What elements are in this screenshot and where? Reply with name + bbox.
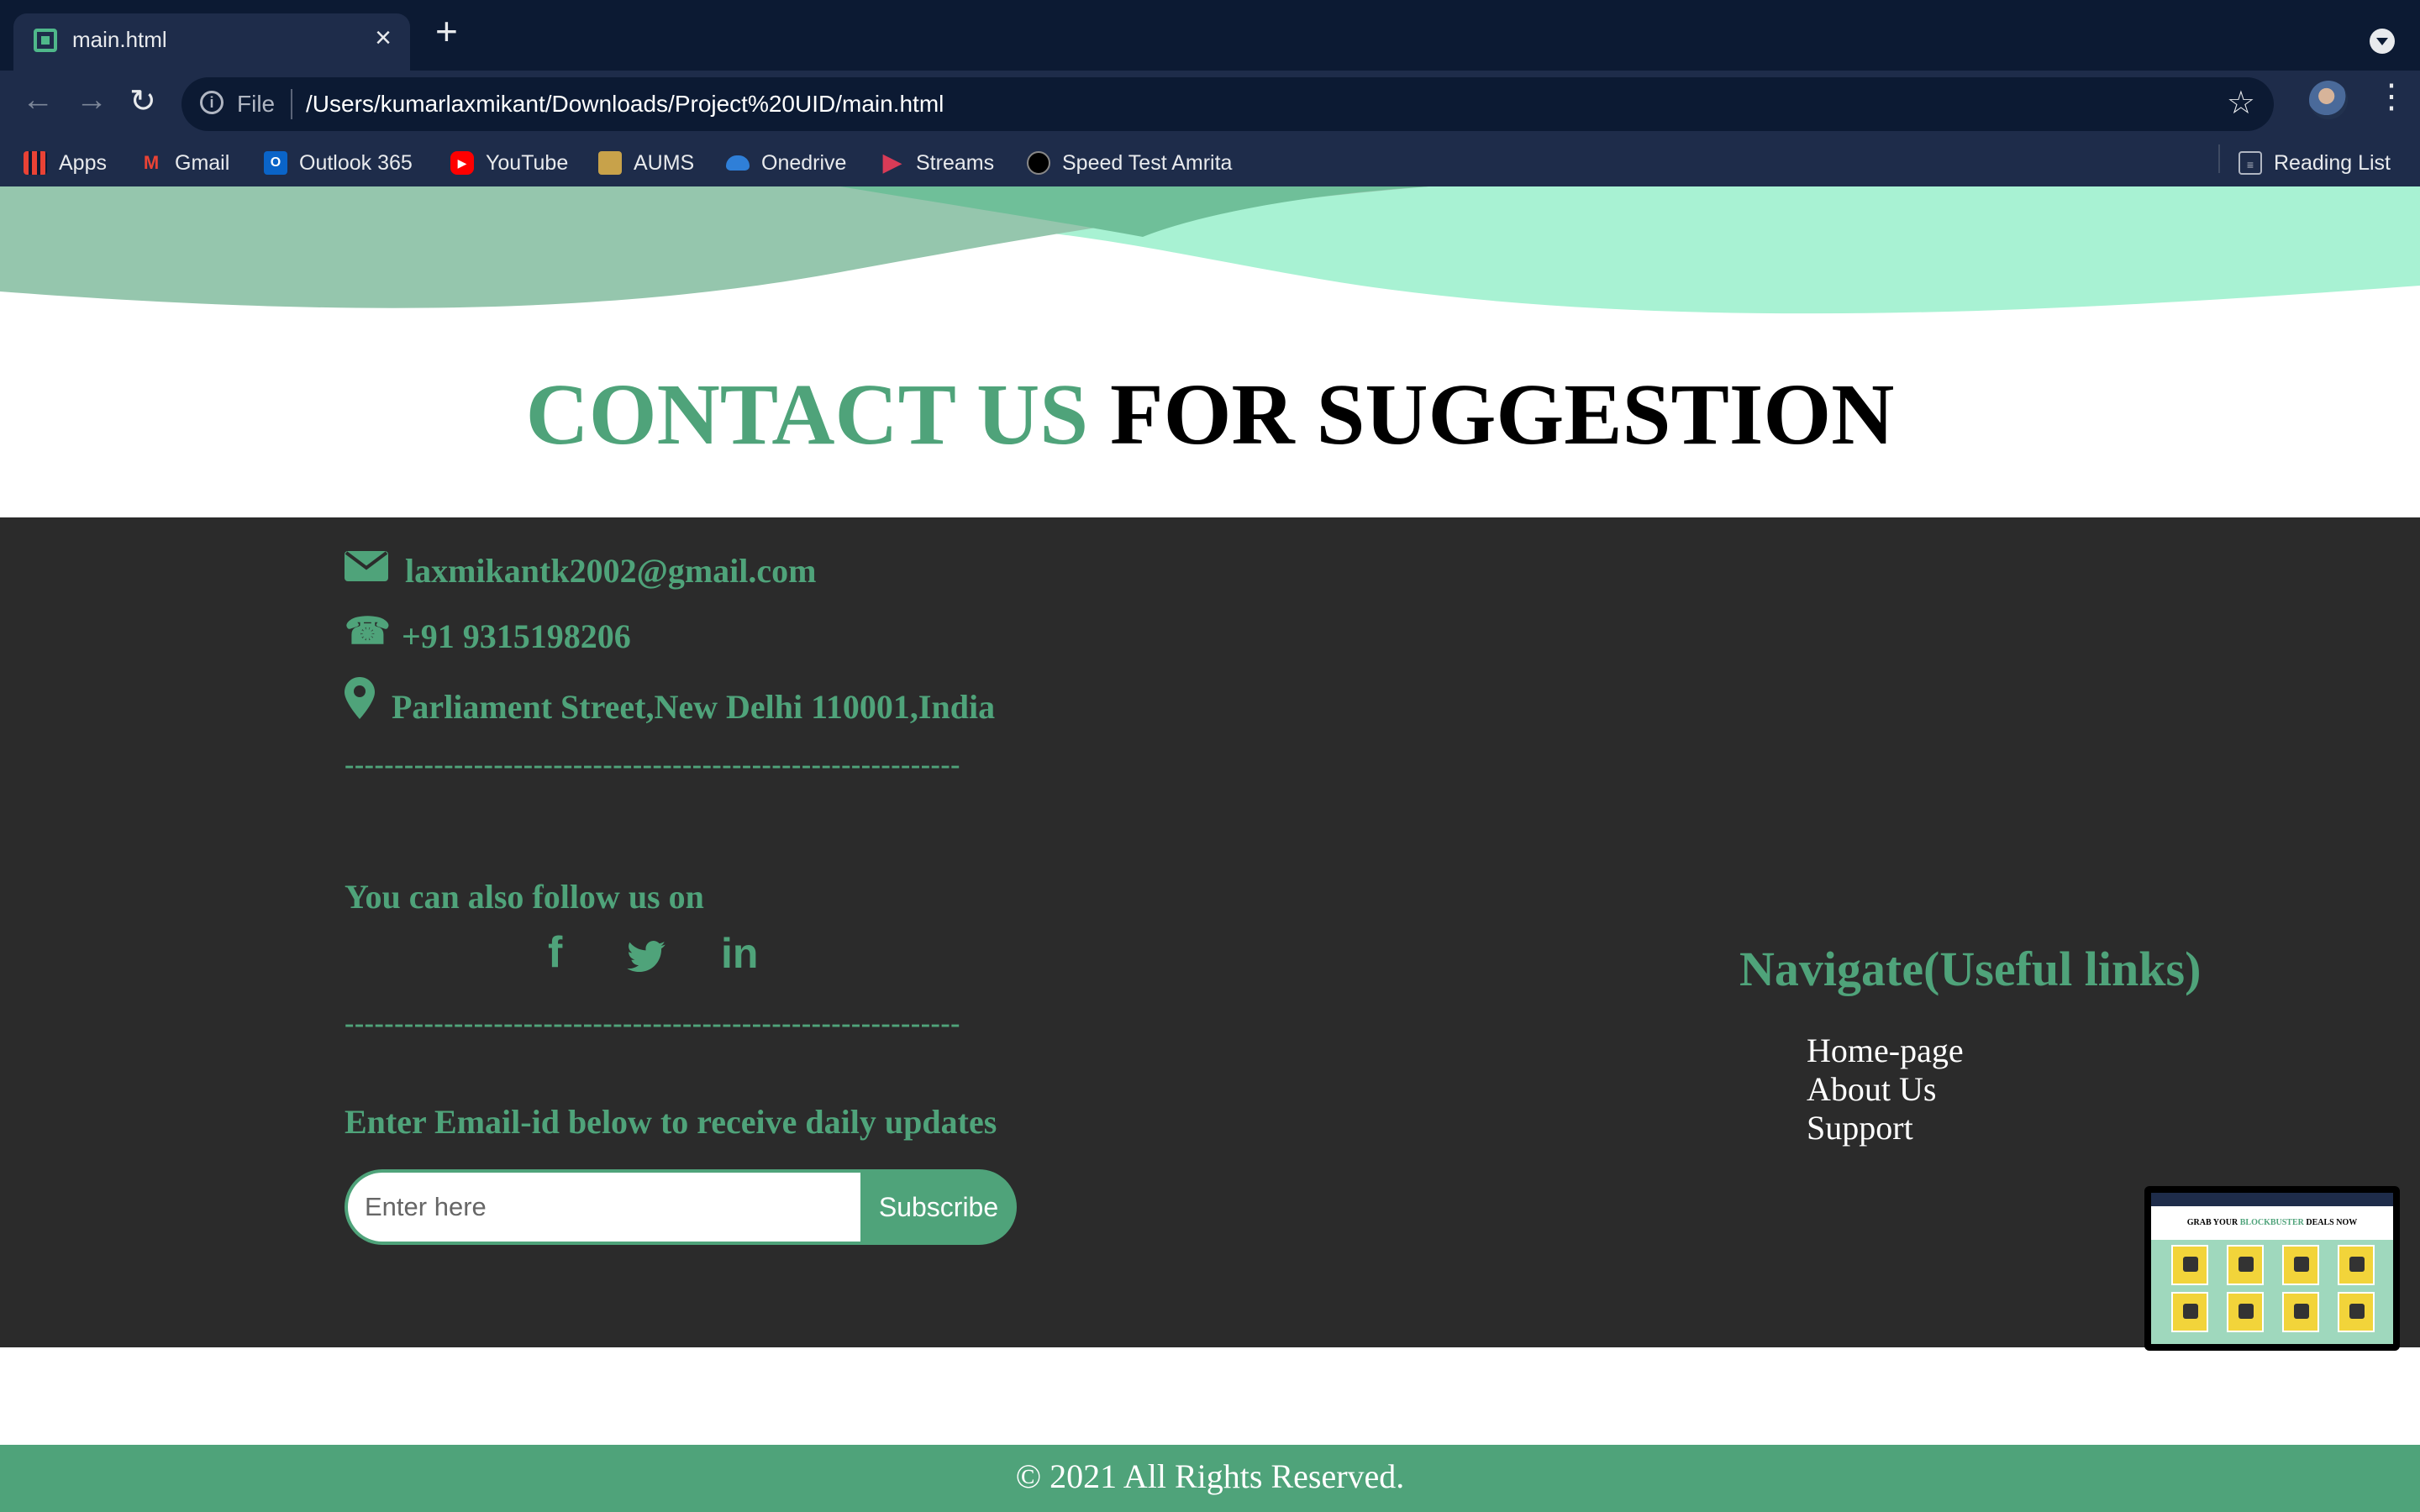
thumbnail-product: [2282, 1245, 2319, 1285]
apps-grid-icon: [24, 151, 47, 175]
bookmark-outlook[interactable]: O Outlook 365: [264, 143, 413, 183]
bookmark-label: Apps: [59, 150, 107, 175]
streams-icon: ▶: [882, 149, 902, 176]
email-subscribe-input[interactable]: [345, 1169, 862, 1245]
address-url[interactable]: /Users/kumarlaxmikant/Downloads/Project%…: [306, 91, 944, 118]
gmail-icon: M: [143, 152, 160, 173]
reading-list-button[interactable]: ≡ Reading List: [2238, 143, 2391, 183]
bookmark-aums[interactable]: AUMS: [598, 143, 694, 183]
follow-us-title: You can also follow us on: [345, 878, 704, 916]
browser-tab-strip: main.html × +: [0, 0, 2420, 71]
bookmark-apps[interactable]: Apps: [24, 143, 107, 183]
thumbnail-title: GRAB YOUR BLOCKBUSTER DEALS NOW: [2151, 1218, 2393, 1227]
subscribe-button[interactable]: Subscribe: [860, 1169, 1017, 1245]
bookmark-label: Outlook 365: [299, 150, 413, 175]
reading-list-label: Reading List: [2274, 150, 2391, 175]
bookmarks-bar: Apps M Gmail O Outlook 365 ▶ YouTube AUM…: [0, 143, 2420, 183]
thumbnail-browser-bar: [2151, 1193, 2393, 1206]
tab-close-icon[interactable]: ×: [375, 22, 392, 55]
thumbnail-title-accent: BLOCKBUSTER: [2239, 1218, 2304, 1227]
twitter-icon[interactable]: [627, 941, 666, 973]
bookmark-streams[interactable]: ▶ Streams: [881, 143, 994, 183]
thumbnail-product: [2227, 1292, 2264, 1332]
browser-menu-icon[interactable]: ⋮: [2375, 77, 2408, 116]
bookmark-label: Streams: [916, 150, 995, 175]
screenshot-thumbnail[interactable]: GRAB YOUR BLOCKBUSTER DEALS NOW: [2144, 1186, 2400, 1351]
linkedin-icon[interactable]: in: [721, 929, 758, 978]
aums-icon: [598, 151, 622, 175]
bookmark-label: Gmail: [175, 150, 230, 175]
site-info-icon[interactable]: i: [200, 91, 224, 114]
forward-arrow-icon[interactable]: →: [76, 82, 108, 118]
facebook-icon[interactable]: f: [548, 927, 562, 978]
bookmark-star-icon[interactable]: ☆: [2227, 84, 2255, 122]
outlook-icon: O: [264, 151, 287, 175]
header-wave: [0, 186, 2420, 314]
thumbnail-product-grid: [2151, 1240, 2393, 1344]
divider-bottom: ----------------------------------------…: [345, 1008, 960, 1039]
thumbnail-preview: GRAB YOUR BLOCKBUSTER DEALS NOW: [2151, 1193, 2393, 1344]
address-scheme: File: [237, 91, 276, 117]
tab-search-icon[interactable]: [2370, 29, 2395, 54]
thumbnail-product: [2338, 1292, 2375, 1332]
thumbnail-product: [2171, 1292, 2208, 1332]
browser-toolbar: ← → ↻ i File /Users/kumarlaxmikant/Downl…: [0, 71, 2420, 200]
thumbnail-title-start: GRAB YOUR: [2186, 1218, 2240, 1227]
copyright-bar: © 2021 All Rights Reserved.: [0, 1445, 2420, 1512]
thumbnail-product: [2227, 1245, 2264, 1285]
subscribe-form: Subscribe: [345, 1169, 1018, 1245]
back-arrow-icon[interactable]: ←: [22, 82, 54, 118]
updates-title: Enter Email-id below to receive daily up…: [345, 1103, 997, 1141]
onedrive-icon: [726, 155, 750, 171]
nav-link-home[interactable]: Home-page: [1807, 1032, 1964, 1070]
nav-link-about[interactable]: About Us: [1807, 1070, 1964, 1109]
bookmark-label: YouTube: [486, 150, 569, 175]
copyright-text: © 2021 All Rights Reserved.: [1015, 1457, 1405, 1495]
address-bar[interactable]: i File /Users/kumarlaxmikant/Downloads/P…: [182, 77, 2274, 131]
speedtest-icon: [1027, 151, 1050, 175]
bookmarks-divider: [2218, 144, 2220, 173]
thumbnail-product: [2338, 1245, 2375, 1285]
bookmark-label: AUMS: [634, 150, 695, 175]
browser-tab-active[interactable]: main.html ×: [13, 13, 410, 71]
address-separator: [291, 89, 292, 119]
navigate-title: Navigate(Useful links): [1739, 942, 2202, 996]
page-favicon-icon: [34, 29, 57, 52]
footer-content: You can also follow us on f in ---------…: [0, 517, 2420, 1347]
youtube-icon: ▶: [450, 151, 474, 175]
thumbnail-product: [2282, 1292, 2319, 1332]
profile-avatar[interactable]: [2309, 81, 2348, 119]
bookmark-onedrive[interactable]: Onedrive: [726, 143, 846, 183]
thumbnail-product: [2171, 1245, 2208, 1285]
nav-links: Home-page About Us Support: [1807, 1032, 1964, 1147]
bookmark-youtube[interactable]: ▶ YouTube: [450, 143, 568, 183]
new-tab-button[interactable]: +: [435, 12, 458, 50]
tab-title: main.html: [72, 27, 167, 52]
heading-accent: CONTACT US: [525, 366, 1089, 463]
heading-rest: FOR SUGGESTION: [1088, 366, 1895, 463]
reload-icon[interactable]: ↻: [129, 82, 156, 120]
bookmark-label: Onedrive: [761, 150, 847, 175]
bookmark-label: Speed Test Amrita: [1062, 150, 1233, 175]
nav-link-support[interactable]: Support: [1807, 1109, 1964, 1147]
contact-heading: CONTACT US FOR SUGGESTION: [0, 365, 2420, 465]
bookmark-speedtest[interactable]: Speed Test Amrita: [1027, 143, 1232, 183]
bookmark-gmail[interactable]: M Gmail: [139, 143, 229, 183]
thumbnail-title-end: DEALS NOW: [2303, 1218, 2358, 1227]
reading-list-icon: ≡: [2238, 151, 2262, 175]
